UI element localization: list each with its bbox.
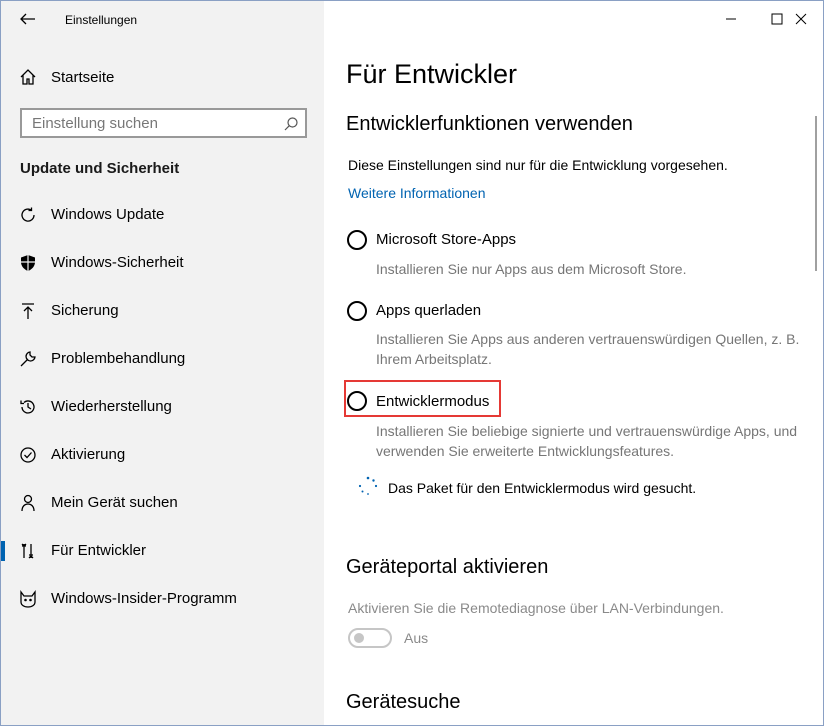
developer-tools-icon <box>21 543 34 559</box>
radio-store-apps-label[interactable]: Microsoft Store-Apps <box>376 231 516 248</box>
minimize-icon <box>726 18 736 20</box>
radio-store-apps-description: Installieren Sie nur Apps aus dem Micros… <box>376 261 687 277</box>
dev-mode-status: Das Paket für den Entwicklermodus wird g… <box>388 480 697 496</box>
sidebar-item-label: Mein Gerät suchen <box>51 494 178 511</box>
dev-section-heading: Entwicklerfunktionen verwenden <box>346 113 633 135</box>
sidebar-item-activation[interactable]: Aktivierung <box>1 435 324 475</box>
sidebar-item-windows-update[interactable]: Windows Update <box>1 195 324 235</box>
insider-cat-icon <box>20 590 36 608</box>
sidebar-item-label: Windows-Insider-Programm <box>51 590 237 607</box>
dev-section-description: Diese Einstellungen sind nur für die Ent… <box>348 157 728 173</box>
shield-icon <box>21 255 35 271</box>
minimize-button[interactable] <box>708 5 754 33</box>
radio-store-apps[interactable] <box>347 230 367 250</box>
toggle-knob <box>354 633 364 643</box>
scrollbar[interactable] <box>815 116 817 271</box>
radio-sideload-apps[interactable] <box>347 301 367 321</box>
check-circle-icon <box>20 447 36 463</box>
settings-window: Einstellungen Startseite Einstellung suc… <box>0 0 824 726</box>
portal-section-description: Aktivieren Sie die Remotediagnose über L… <box>348 600 724 616</box>
radio-sideload-apps-label[interactable]: Apps querladen <box>376 302 481 319</box>
search-icon[interactable] <box>283 116 299 132</box>
more-info-link[interactable]: Weitere Informationen <box>348 185 485 201</box>
portal-section-heading: Geräteportal aktivieren <box>346 556 549 578</box>
radio-sideload-apps-description: Installieren Sie Apps aus anderen vertra… <box>376 331 800 367</box>
sidebar-item-troubleshoot[interactable]: Problembehandlung <box>1 339 324 379</box>
home-icon <box>20 69 36 85</box>
close-button-main[interactable] <box>778 5 824 33</box>
page-title: Für Entwickler <box>346 59 518 89</box>
back-button[interactable] <box>15 9 39 29</box>
sidebar-section-title: Update und Sicherheit <box>20 160 180 177</box>
history-icon <box>20 400 35 414</box>
device-portal-toggle-state: Aus <box>404 630 429 646</box>
radio-developer-mode-label[interactable]: Entwicklermodus <box>376 393 489 410</box>
sidebar-item-label: Wiederherstellung <box>51 398 172 415</box>
sidebar-item-developers[interactable]: Für Entwickler <box>1 531 324 571</box>
sidebar-item-recovery[interactable]: Wiederherstellung <box>1 387 324 427</box>
sidebar: Einstellungen Startseite Einstellung suc… <box>1 1 324 725</box>
window-title: Einstellungen <box>65 13 138 27</box>
sidebar-item-label: Sicherung <box>51 302 119 319</box>
radio-developer-mode-description: Installieren Sie beliebige signierte und… <box>376 423 798 459</box>
sidebar-item-windows-security[interactable]: Windows-Sicherheit <box>1 243 324 283</box>
discovery-section-heading: Gerätesuche <box>346 691 461 713</box>
spinner-icon <box>358 476 378 495</box>
sidebar-item-label: Windows-Sicherheit <box>51 254 184 271</box>
close-icon <box>795 13 807 25</box>
upload-icon <box>22 303 34 319</box>
person-pin-icon <box>21 494 35 512</box>
active-indicator <box>1 541 5 561</box>
sidebar-item-backup[interactable]: Sicherung <box>1 291 324 331</box>
sidebar-item-label: Problembehandlung <box>51 350 186 367</box>
device-portal-toggle[interactable] <box>348 628 392 648</box>
search-placeholder: Einstellung suchen <box>32 115 158 132</box>
sidebar-item-label: Windows Update <box>51 206 165 223</box>
wrench-icon <box>20 351 36 367</box>
main-content: Für Entwickler Entwicklerfunktionen verw… <box>324 1 823 725</box>
home-label: Startseite <box>51 68 115 86</box>
radio-developer-mode[interactable] <box>347 391 367 411</box>
sidebar-item-insider[interactable]: Windows-Insider-Programm <box>1 579 324 619</box>
arrow-left-icon <box>20 13 35 25</box>
search-input[interactable]: Einstellung suchen <box>20 108 307 138</box>
sidebar-item-find-device[interactable]: Mein Gerät suchen <box>1 483 324 523</box>
sidebar-item-label: Aktivierung <box>51 446 126 463</box>
sidebar-item-home[interactable]: Startseite <box>19 65 114 89</box>
sidebar-item-label: Für Entwickler <box>51 542 147 559</box>
sync-icon <box>21 207 35 222</box>
